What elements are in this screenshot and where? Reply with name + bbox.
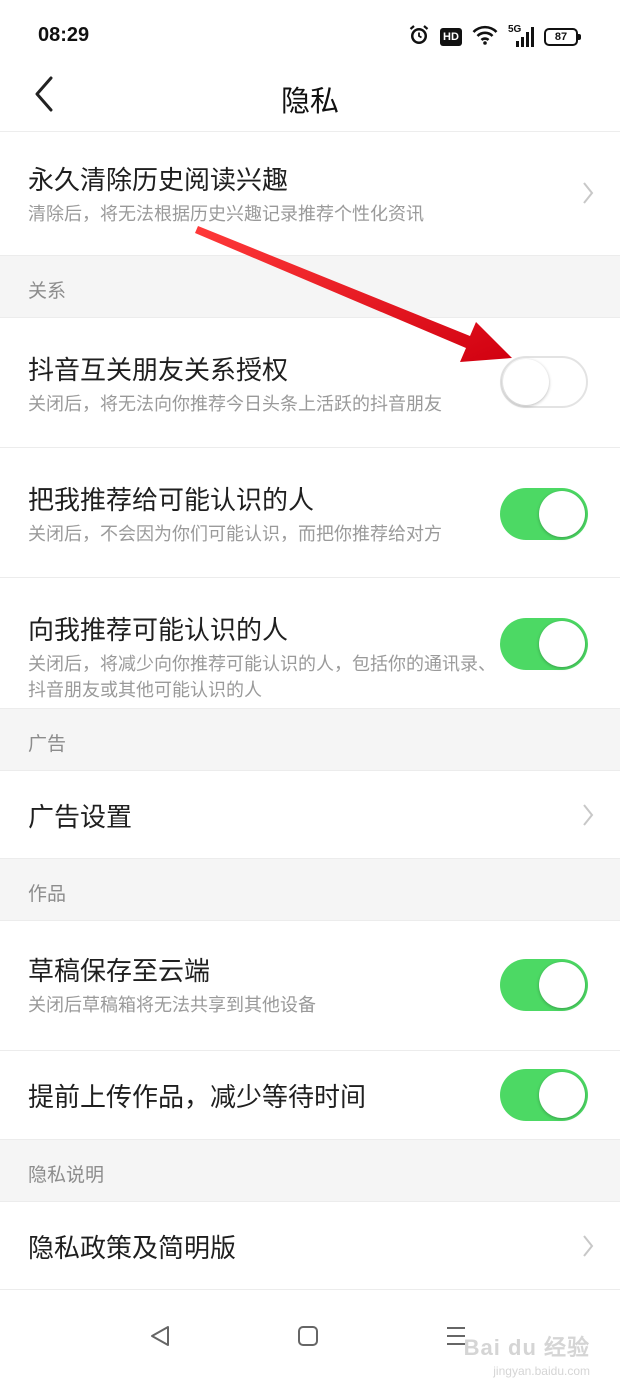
recommend-me-row: 把我推荐给可能认识的人 关闭后，不会因为你们可能认识，而把你推荐给对方: [0, 448, 620, 578]
ad-settings-row[interactable]: 广告设置: [0, 771, 620, 859]
page-title: 隐私: [280, 84, 339, 118]
draft-cloud-title: 草稿保存至云端: [28, 957, 211, 987]
square-home-icon: [297, 1325, 319, 1351]
chevron-right-icon: [580, 800, 596, 830]
clear-history-row[interactable]: 永久清除历史阅读兴趣 清除后，将无法根据历史兴趣记录推荐个性化资讯: [0, 132, 620, 256]
header-bar: 隐私: [0, 76, 620, 132]
section-label-ads: 广告: [28, 733, 67, 755]
recommend-to-me-title: 向我推荐可能认识的人: [28, 616, 289, 646]
pre-upload-title: 提前上传作品，减少等待时间: [28, 1083, 367, 1113]
section-label-relations: 关系: [28, 280, 67, 302]
chevron-right-icon: [580, 1231, 596, 1261]
battery-level: 87: [554, 31, 568, 43]
douyin-auth-title: 抖音互关朋友关系授权: [28, 356, 289, 386]
douyin-auth-row: 抖音互关朋友关系授权 关闭后，将无法向你推荐今日头条上活跃的抖音朋友: [0, 318, 620, 448]
draft-cloud-row: 草稿保存至云端 关闭后草稿箱将无法共享到其他设备: [0, 921, 620, 1051]
triangle-back-icon: [148, 1324, 172, 1352]
douyin-auth-toggle[interactable]: [500, 356, 588, 408]
pre-upload-toggle[interactable]: [500, 1069, 588, 1121]
recommend-to-me-subtitle: 关闭后，将减少向你推荐可能认识的人，包括你的通讯录、抖音朋友或其他可能认识的人: [28, 654, 496, 701]
recommend-me-subtitle: 关闭后，不会因为你们可能认识，而把你推荐给对方: [28, 524, 442, 545]
recommend-me-title: 把我推荐给可能认识的人: [28, 486, 315, 516]
status-time: 08:29: [38, 24, 90, 46]
system-home-button[interactable]: [288, 1318, 328, 1358]
toggle-knob: [539, 962, 585, 1008]
ad-settings-title: 广告设置: [28, 803, 133, 833]
clear-history-title: 永久清除历史阅读兴趣: [28, 166, 289, 196]
chevron-right-icon: [580, 178, 596, 208]
status-bar: 08:29 HD 5G 87: [0, 0, 620, 76]
system-nav-bar: Bai du 经验 jingyan.baidu.com: [0, 1290, 620, 1386]
hd-icon: HD: [440, 28, 462, 46]
watermark-main: Bai du 经验: [463, 1335, 590, 1360]
clear-history-subtitle: 清除后，将无法根据历史兴趣记录推荐个性化资讯: [28, 204, 424, 225]
watermark-sub: jingyan.baidu.com: [493, 1364, 590, 1378]
privacy-policy-title: 隐私政策及简明版: [28, 1234, 237, 1264]
recommend-me-toggle[interactable]: [500, 488, 588, 540]
alarm-icon: [408, 24, 430, 50]
recommend-to-me-row: 向我推荐可能认识的人 关闭后，将减少向你推荐可能认识的人，包括你的通讯录、抖音朋…: [0, 578, 620, 709]
draft-cloud-subtitle: 关闭后草稿箱将无法共享到其他设备: [28, 995, 316, 1016]
toggle-knob: [539, 621, 585, 667]
battery-icon: 87: [544, 28, 581, 46]
section-header-relations: 关系: [0, 256, 620, 318]
section-header-ads: 广告: [0, 709, 620, 771]
privacy-policy-row[interactable]: 隐私政策及简明版: [0, 1202, 620, 1290]
section-label-works: 作品: [28, 883, 67, 905]
section-header-privacy-notes: 隐私说明: [0, 1140, 620, 1202]
system-back-button[interactable]: [140, 1318, 180, 1358]
recommend-to-me-toggle[interactable]: [500, 618, 588, 670]
wifi-icon: [472, 25, 498, 49]
pre-upload-row: 提前上传作品，减少等待时间: [0, 1051, 620, 1140]
draft-cloud-toggle[interactable]: [500, 959, 588, 1011]
status-icons: HD 5G 87: [408, 22, 581, 52]
watermark: Bai du 经验 jingyan.baidu.com: [464, 1330, 590, 1378]
section-header-works: 作品: [0, 859, 620, 921]
toggle-knob: [539, 1072, 585, 1118]
toggle-knob: [503, 359, 549, 405]
section-label-privacy-notes: 隐私说明: [28, 1164, 105, 1186]
douyin-auth-subtitle: 关闭后，将无法向你推荐今日头条上活跃的抖音朋友: [28, 394, 442, 415]
toggle-knob: [539, 491, 585, 537]
signal-icon: 5G: [508, 24, 534, 48]
